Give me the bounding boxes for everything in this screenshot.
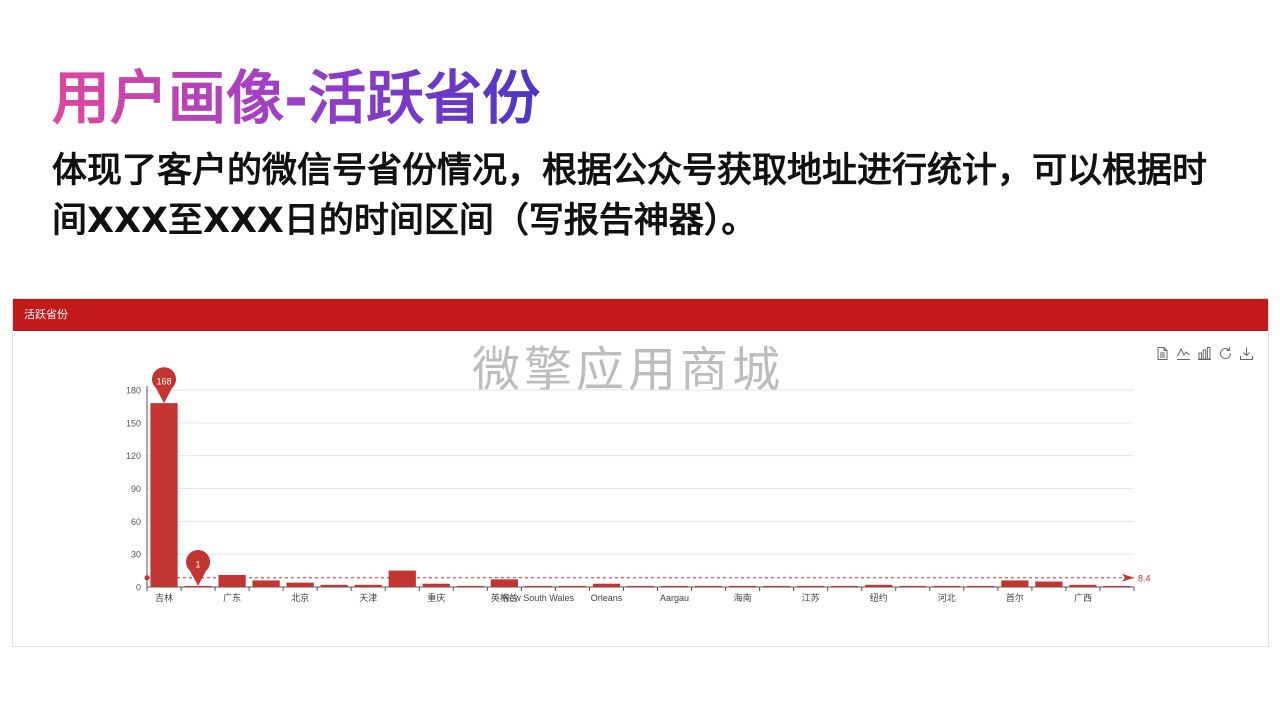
x-tick-label: 海南 (734, 592, 752, 603)
bar (490, 579, 518, 587)
bar (865, 584, 893, 587)
x-tick-label: Orleans (591, 593, 623, 603)
x-tick-label: 江苏 (802, 592, 820, 603)
bar (694, 585, 723, 587)
x-tick-label: 广西 (1074, 592, 1092, 603)
y-tick-label: 180 (126, 386, 141, 396)
bar (524, 585, 553, 587)
x-tick-label: 重庆 (427, 592, 445, 603)
bar (320, 584, 348, 587)
mark-point-label: 1 (196, 559, 201, 569)
x-tick-label: 天津 (359, 593, 377, 603)
bar-chart: 0306090120150180吉林 广东 北京 天津 重庆 英格兰New South W… (126, 367, 1151, 603)
bar (150, 403, 178, 587)
x-tick-label: 广东 (223, 592, 241, 603)
bar (1001, 580, 1029, 587)
bar (728, 585, 757, 587)
x-tick-label: 北京 (291, 592, 309, 603)
bar (967, 585, 995, 587)
bar (558, 585, 587, 587)
y-tick-label: 90 (131, 484, 141, 494)
bar (354, 584, 382, 587)
bar (286, 582, 314, 587)
bar (456, 585, 484, 587)
bar (184, 585, 212, 587)
bar (626, 585, 655, 587)
y-tick-label: 0 (136, 583, 141, 593)
mark-point-label: 168 (157, 377, 172, 387)
bar (1035, 581, 1063, 587)
average-line-arrow (1122, 573, 1134, 582)
x-tick-label: 河北 (938, 592, 956, 603)
x-tick-label: Aargau (660, 593, 689, 603)
x-tick-label: 吉林 (155, 592, 173, 603)
bar (592, 583, 621, 587)
bar (422, 583, 450, 587)
y-tick-label: 120 (126, 451, 141, 461)
x-tick-label: 首尔 (1006, 592, 1024, 603)
bar (899, 585, 927, 587)
bar (1103, 585, 1131, 587)
y-tick-label: 150 (126, 418, 141, 428)
average-line-label: 8.4 (1138, 573, 1151, 583)
bar (252, 580, 280, 587)
bar (831, 585, 859, 587)
bar (388, 570, 416, 587)
bar (933, 585, 961, 587)
bar (797, 585, 825, 587)
x-tick-label: New South Wales (503, 593, 575, 603)
y-tick-label: 30 (131, 550, 141, 560)
bar (660, 585, 689, 587)
bar (218, 574, 246, 587)
x-tick-label: 纽约 (870, 592, 888, 603)
average-line-start (144, 575, 150, 581)
bar (763, 585, 791, 587)
bar (1069, 584, 1097, 587)
y-tick-label: 60 (131, 517, 141, 527)
